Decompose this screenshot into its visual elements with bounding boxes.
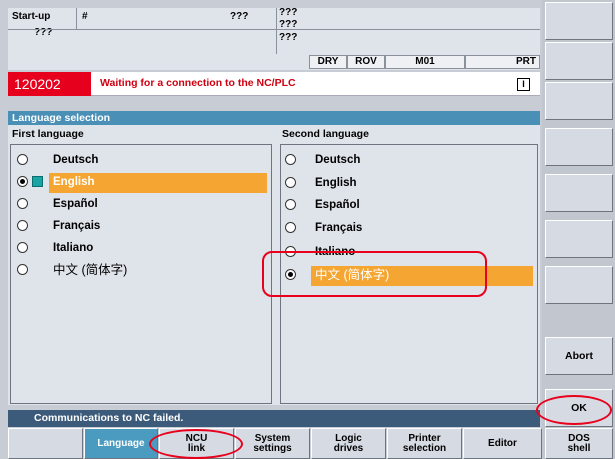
list-item[interactable]: Deutsch [11,149,271,171]
channel-state: ??? [230,11,249,22]
radio-button[interactable] [285,199,296,210]
list-item[interactable]: Français [281,217,537,239]
list-item[interactable]: Español [281,194,537,216]
language-label-selected: English [49,173,267,193]
horizontal-softkey-bar: Language NCU link System settings Logic … [8,428,542,459]
operating-area: Start-up [12,11,51,22]
program-name: ??? [279,32,298,43]
radio-button[interactable] [17,264,28,275]
editor-softkey[interactable]: Editor [463,428,542,459]
language-label: Deutsch [315,154,361,166]
list-item[interactable]: English [11,171,271,193]
status-bar: Communications to NC failed. [8,410,540,427]
list-item[interactable]: Italiano [11,237,271,259]
language-label: Deutsch [53,154,99,166]
second-language-heading: Second language [282,128,369,140]
radio-button[interactable] [17,242,28,253]
list-item[interactable]: Español [11,193,271,215]
softkey-v4[interactable] [545,128,613,166]
radio-button[interactable] [17,154,28,165]
language-label: English [315,177,357,189]
softkey-v6[interactable] [545,220,613,258]
language-label: Français [53,220,101,232]
language-label: Español [315,199,360,211]
status-dry: DRY [309,55,347,69]
language-label: 中文 (简体字) [53,263,128,277]
channel-name: ??? [34,27,53,38]
softkey-v7[interactable] [545,266,613,304]
list-item[interactable]: English [281,172,537,194]
language-label: Italiano [53,242,94,254]
header-area: Start-up # ??? ??? ??? ??? ??? DRY ROV M… [8,7,540,70]
radio-button[interactable] [285,177,296,188]
status-rov: ROV [347,55,385,69]
list-item[interactable]: Deutsch [281,149,537,171]
first-language-list[interactable]: Deutsch English Español Français Italian… [10,144,272,404]
softkey-v2[interactable] [545,42,613,80]
program-path: # [82,11,88,22]
hmi-screen: Start-up # ??? ??? ??? ??? ??? DRY ROV M… [0,0,615,459]
list-item[interactable]: 中文 (简体字) [11,259,271,281]
vertical-softkey-bar: Abort OK [542,0,615,459]
radio-button[interactable] [285,154,296,165]
logic-drives-softkey[interactable]: Logic drives [311,428,386,459]
focus-cursor-icon [32,176,43,187]
softkey-v1[interactable] [545,2,613,40]
alarm-indicator: I [517,78,530,91]
radio-button-checked[interactable] [17,176,28,187]
softkey-v5[interactable] [545,174,613,212]
language-softkey[interactable]: Language [84,428,158,459]
alarm-message: Waiting for a connection to the NC/PLC [100,77,296,89]
annotation-highlight [262,251,487,297]
list-item[interactable]: Français [11,215,271,237]
language-label: Français [315,222,363,234]
radio-button[interactable] [285,222,296,233]
system-settings-softkey[interactable]: System settings [235,428,310,459]
status-prt: PRT [465,55,540,69]
annotation-highlight [536,395,612,425]
radio-button[interactable] [17,198,28,209]
language-label: Español [53,198,98,210]
first-language-heading: First language [12,128,84,140]
softkey-h1[interactable] [8,428,83,459]
dos-shell-softkey[interactable]: DOS shell [545,428,613,459]
dialog-title: Language selection [8,111,540,125]
annotation-highlight [149,429,243,459]
radio-button[interactable] [17,220,28,231]
abort-button[interactable]: Abort [545,337,613,375]
softkey-v3[interactable] [545,82,613,120]
alarm-number: 120202 [8,72,91,96]
alarm-line: 120202 Waiting for a connection to the N… [8,72,540,96]
status-m01: M01 [385,55,465,69]
printer-selection-softkey[interactable]: Printer selection [387,428,462,459]
